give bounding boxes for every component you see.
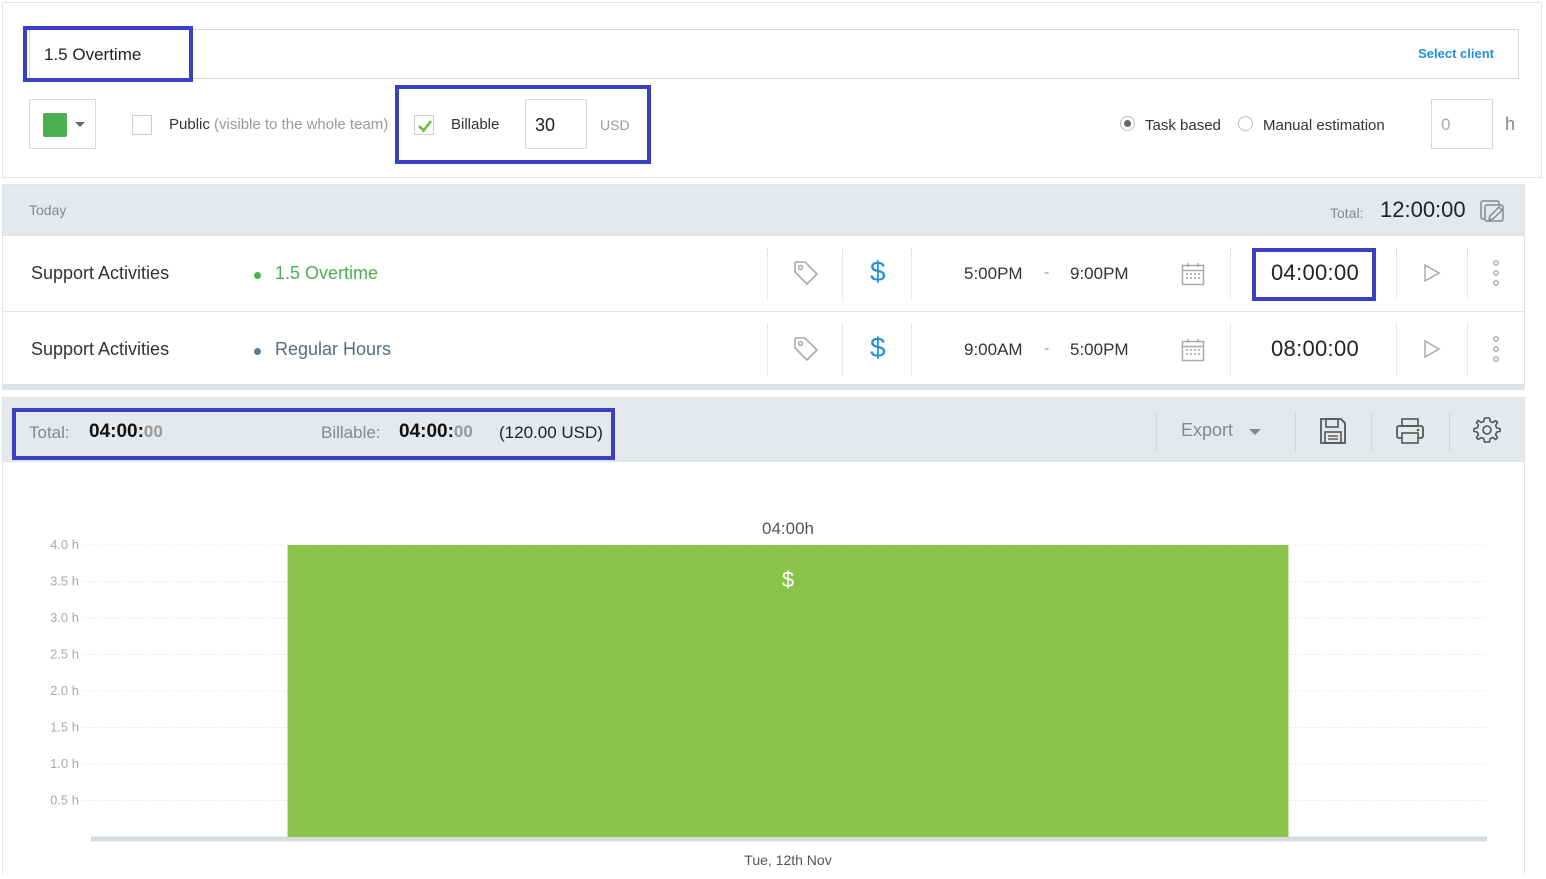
total-label: Total: [29, 423, 70, 442]
play-icon[interactable] [1422, 263, 1442, 283]
export-label: Export [1181, 420, 1234, 440]
calendar-icon[interactable] [1181, 338, 1205, 362]
entry-project-name[interactable]: 1.5 Overtime [275, 263, 378, 284]
bar-value-label: 04:00h [762, 519, 814, 538]
task-based-radio[interactable] [1120, 116, 1135, 131]
project-name-field[interactable]: 1.5 Overtime Select client [29, 29, 1519, 79]
currency-label: USD [600, 117, 630, 133]
x-category-label: Tue, 12th Nov [744, 852, 831, 868]
entry-start-time[interactable]: 9:00AM [964, 340, 1023, 360]
chevron-down-icon [1249, 428, 1262, 435]
color-picker-button[interactable] [29, 99, 96, 149]
entry-end-time[interactable]: 5:00PM [1070, 340, 1129, 360]
chevron-down-icon [75, 122, 85, 127]
y-tick-label: 1.0 h [50, 756, 79, 771]
project-color-dot [254, 272, 261, 279]
bulk-edit-icon[interactable] [1479, 199, 1507, 223]
entry-task-name[interactable]: Support Activities [31, 339, 169, 360]
bar-billable-dollar-icon: $ [782, 567, 794, 592]
project-name-value: 1.5 Overtime [44, 45, 142, 64]
entry-end-time[interactable]: 9:00PM [1070, 264, 1129, 284]
time-entry-row[interactable]: Support Activities 1.5 Overtime $ 5:00PM… [3, 235, 1524, 311]
more-options-icon[interactable] [1491, 259, 1501, 287]
entry-task-name[interactable]: Support Activities [31, 263, 169, 284]
public-label: Public (visible to the whole team) [169, 116, 389, 133]
billable-label: Billable [451, 116, 500, 133]
billable-checkbox[interactable] [414, 115, 434, 135]
entry-project-name[interactable]: Regular Hours [275, 339, 391, 360]
task-based-label: Task based [1145, 117, 1221, 134]
billable-dollar-icon[interactable]: $ [870, 332, 886, 364]
section-divider [3, 384, 1524, 389]
estimate-hours-input[interactable]: 0 [1431, 99, 1493, 149]
export-dropdown[interactable]: Export [1181, 420, 1262, 441]
y-tick-label: 1.5 h [50, 720, 79, 735]
entry-duration[interactable]: 04:00:00 [1271, 260, 1359, 286]
print-icon[interactable] [1395, 417, 1425, 445]
total-value: 04:00:00 [89, 421, 163, 442]
today-header: Today Total: 12:00:00 [3, 185, 1524, 235]
today-total-label: Total: [1330, 205, 1364, 221]
y-tick-label: 3.5 h [50, 574, 79, 589]
today-total-value: 12:00:00 [1380, 197, 1466, 222]
billable-amount: (120.00 USD) [499, 423, 603, 442]
project-settings-panel: 1.5 Overtime Select client Public (visib… [2, 2, 1542, 178]
manual-estimation-radio[interactable] [1238, 116, 1253, 131]
project-color-dot [254, 348, 261, 355]
billable-total-label: Billable: [321, 423, 381, 442]
billable-dollar-icon[interactable]: $ [870, 256, 886, 288]
color-swatch [43, 113, 67, 137]
manual-estimation-label: Manual estimation [1263, 117, 1385, 134]
more-options-icon[interactable] [1491, 335, 1501, 363]
billable-total-value: 04:00:00 [399, 421, 473, 442]
save-icon[interactable] [1319, 417, 1347, 445]
chart-area: 0.5 h 1.0 h 1.5 h 2.0 h 2.5 h 3.0 h 3.5 h 4.0 h… [2, 462, 1525, 874]
y-tick-label: 0.5 h [50, 793, 79, 808]
checkmark-icon [418, 120, 433, 133]
settings-gear-icon[interactable] [1473, 416, 1501, 444]
y-tick-label: 4.0 h [50, 537, 79, 552]
tag-icon[interactable] [792, 335, 820, 363]
calendar-icon[interactable] [1181, 262, 1205, 286]
play-icon[interactable] [1422, 339, 1442, 359]
time-entry-row[interactable]: Support Activities Regular Hours $ 9:00A… [3, 311, 1524, 387]
y-tick-label: 3.0 h [50, 610, 79, 625]
today-label: Today [29, 202, 67, 218]
select-client-link[interactable]: Select client [1418, 46, 1494, 61]
public-checkbox[interactable] [132, 115, 152, 135]
tag-icon[interactable] [792, 259, 820, 287]
billable-rate-input[interactable]: 30 [525, 99, 587, 149]
entry-start-time[interactable]: 5:00PM [964, 264, 1023, 284]
y-tick-label: 2.5 h [50, 647, 79, 662]
y-tick-label: 2.0 h [50, 683, 79, 698]
today-entries-section: Today Total: 12:00:00 Support Activities… [2, 184, 1525, 390]
time-separator: - [1044, 340, 1050, 357]
time-bar-chart: 0.5 h 1.0 h 1.5 h 2.0 h 2.5 h 3.0 h 3.5 h 4.0 h… [50, 519, 1487, 868]
entry-duration[interactable]: 08:00:00 [1271, 336, 1359, 362]
estimate-unit-label: h [1505, 114, 1516, 134]
time-separator: - [1044, 264, 1050, 281]
report-totals-bar: Total: 04:00:00 Billable: 04:00:00 (120.… [2, 397, 1525, 462]
